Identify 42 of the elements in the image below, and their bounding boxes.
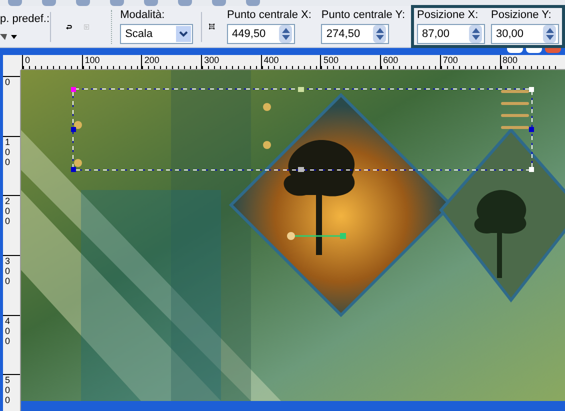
number-field[interactable]: 30,00 [491, 24, 560, 44]
ruler-label: 0 [25, 55, 30, 65]
field-label: Posizione X: [417, 9, 480, 22]
ruler-label: 100 [84, 55, 100, 65]
up-arrow-icon[interactable] [472, 28, 480, 33]
mode-label: Modalità: [120, 9, 166, 22]
down-arrow-icon[interactable] [472, 35, 480, 40]
field-label: Posizione Y: [491, 9, 552, 22]
ruler-label: 400 [5, 316, 12, 346]
chevron-down-icon [176, 26, 192, 42]
number-field[interactable]: 449,50 [227, 24, 296, 44]
ruler-label: 300 [5, 256, 12, 286]
number-field[interactable]: 274,50 [321, 24, 390, 44]
field-label: Punto centrale Y: [321, 9, 406, 22]
mode-dropdown[interactable]: Scala [120, 24, 194, 44]
up-arrow-icon[interactable] [282, 28, 290, 33]
ruler-label: 400 [264, 55, 279, 65]
ruler-label: 200 [5, 196, 12, 226]
ruler-label: 300 [204, 55, 220, 65]
ruler-label: 200 [144, 55, 160, 65]
spinner-control[interactable] [469, 25, 482, 43]
ruler-label: 500 [5, 375, 12, 406]
window-control[interactable] [526, 48, 542, 53]
field-label: Punto centrale X: [227, 9, 312, 22]
preset-label: p. predef.: [0, 12, 50, 28]
down-arrow-icon[interactable] [546, 35, 554, 40]
ruler-label: 600 [383, 55, 398, 65]
up-arrow-icon[interactable] [546, 28, 554, 33]
spinner-control[interactable] [373, 25, 386, 43]
ruler-label: 0 [5, 77, 12, 87]
spinner-control[interactable] [279, 25, 292, 43]
window-control[interactable] [507, 48, 523, 53]
ruler-label: 100 [5, 136, 12, 167]
preset-dropdown-icon[interactable] [0, 32, 20, 42]
down-arrow-icon[interactable] [376, 35, 384, 40]
ruler-label: 500 [323, 55, 338, 65]
spinner-control[interactable] [543, 25, 556, 43]
ruler-label: 700 [442, 55, 458, 65]
down-arrow-icon[interactable] [282, 35, 290, 40]
number-field[interactable]: 87,00 [417, 24, 486, 44]
up-arrow-icon[interactable] [376, 28, 384, 33]
ruler-label: 800 [502, 55, 518, 65]
